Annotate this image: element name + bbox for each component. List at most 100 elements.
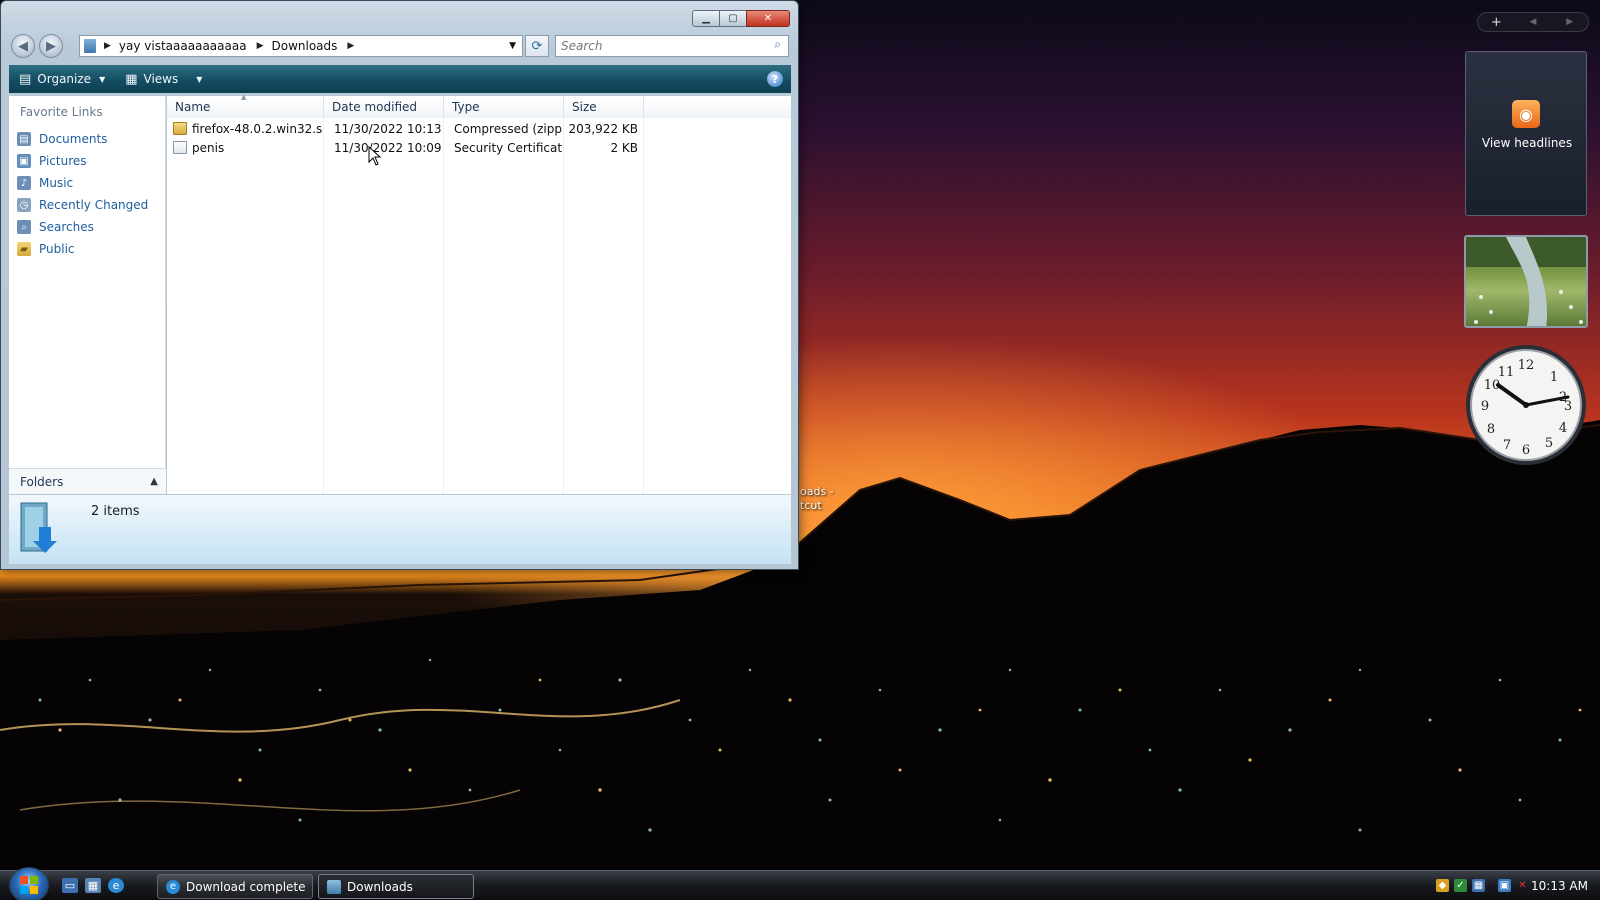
column-header-type[interactable]: Type	[444, 96, 564, 118]
organize-icon: ▤	[19, 71, 32, 87]
start-button[interactable]	[9, 867, 49, 900]
maximize-button[interactable]: ▢	[719, 10, 747, 27]
show-desktop-icon[interactable]: ▭	[62, 878, 78, 893]
security-shield-icon[interactable]: ◆	[1436, 879, 1449, 892]
refresh-button[interactable]: ⟳	[525, 35, 549, 57]
breadcrumb-item[interactable]: Downloads	[272, 39, 338, 53]
recently-changed-icon: ◷	[17, 198, 31, 212]
add-gadget-icon[interactable]: +	[1478, 15, 1515, 30]
svg-text:4: 4	[1559, 421, 1567, 436]
search-icon[interactable]: ⌕	[774, 37, 781, 52]
chevron-down-icon: ▼	[99, 74, 106, 84]
address-bar[interactable]: ▶ yay vistaaaaaaaaaaa ▶ Downloads ▶ ▼	[79, 35, 523, 57]
svg-text:1: 1	[1550, 370, 1558, 385]
pictures-icon: ▣	[17, 154, 31, 168]
breadcrumb-arrow-icon[interactable]: ▶	[347, 41, 354, 51]
slideshow-gadget[interactable]	[1464, 235, 1588, 328]
chevron-down-icon: ▼	[196, 74, 203, 84]
navigation-row: ◀ ▶ ▶ yay vistaaaaaaaaaaa ▶ Downloads ▶ …	[9, 33, 791, 59]
refresh-icon: ⟳	[531, 38, 543, 54]
public-folder-icon: ▰	[17, 242, 31, 256]
taskbar-button-downloads[interactable]: Downloads	[318, 874, 474, 899]
minimize-button[interactable]: ▁	[692, 10, 720, 27]
details-pane: 2 items	[9, 494, 791, 564]
file-row[interactable]: penis 11/30/2022 10:09 ... Security Cert…	[167, 139, 638, 158]
organize-button[interactable]: ▤ Organize ▼	[9, 72, 115, 87]
chevron-up-icon: ▲	[150, 476, 158, 487]
column-divider	[323, 118, 324, 494]
views-button[interactable]: ▦ Views ▼	[115, 72, 212, 87]
favorite-links-list: ▤ Documents ▣ Pictures ♪ Music ◷ Recently Ch…	[17, 128, 148, 260]
svg-text:5: 5	[1545, 436, 1553, 451]
explorer-window[interactable]: ▁ ▢ ✕ ◀ ▶ ▶ yay vistaaaaaaaaaaa ▶ Downlo…	[0, 0, 799, 570]
desktop-shortcut-label[interactable]: oads - tcut	[800, 485, 834, 513]
nav-item-music[interactable]: ♪ Music	[17, 172, 148, 194]
column-divider	[643, 118, 644, 494]
searches-icon: ⌕	[17, 220, 31, 234]
svg-text:12: 12	[1518, 358, 1535, 373]
nav-item-documents[interactable]: ▤ Documents	[17, 128, 148, 150]
rss-icon: ◉	[1512, 100, 1540, 128]
address-dropdown-icon[interactable]: ▼	[509, 41, 516, 51]
clock-gadget[interactable]: 1212 345 678 91011	[1464, 343, 1588, 467]
column-header-name[interactable]: Name ▲	[167, 93, 324, 118]
documents-icon: ▤	[17, 132, 31, 146]
nav-item-searches[interactable]: ⌕ Searches	[17, 216, 148, 238]
svg-text:6: 6	[1522, 443, 1530, 458]
tray-app-icon[interactable]: ✓	[1454, 879, 1467, 892]
folder-icon	[84, 39, 96, 53]
svg-text:9: 9	[1481, 399, 1489, 414]
command-bar: ▤ Organize ▼ ▦ Views ▼ ?	[9, 65, 791, 93]
ie-icon[interactable]: e	[108, 878, 124, 893]
previous-icon[interactable]: ◀	[1515, 17, 1552, 27]
column-divider	[443, 118, 444, 494]
city-lights	[0, 658, 1582, 832]
folder-icon	[327, 879, 341, 894]
nav-item-pictures[interactable]: ▣ Pictures	[17, 150, 148, 172]
breadcrumb-item[interactable]: yay vistaaaaaaaaaaa	[119, 39, 247, 53]
breadcrumb-arrow-icon[interactable]: ▶	[257, 41, 264, 51]
svg-text:3: 3	[1564, 399, 1572, 414]
sort-arrow-icon: ▲	[241, 93, 247, 101]
ie-icon: e	[166, 879, 180, 894]
help-icon[interactable]: ?	[767, 71, 783, 87]
svg-text:11: 11	[1498, 365, 1515, 380]
downloads-folder-icon	[20, 502, 57, 553]
column-header-date[interactable]: Date modified	[324, 96, 444, 118]
forward-arrow-icon: ▶	[46, 38, 56, 54]
column-divider	[563, 118, 564, 494]
window-controls: ▁ ▢ ✕	[692, 10, 790, 27]
forward-button[interactable]: ▶	[39, 34, 63, 58]
tray-network-icon[interactable]: ▦	[1472, 879, 1485, 892]
switch-windows-icon[interactable]: ▦	[85, 878, 101, 893]
file-list: Name ▲ Date modified Type Size firefox-48…	[167, 93, 791, 494]
breadcrumb-arrow-icon[interactable]: ▶	[104, 41, 111, 51]
feed-headlines-gadget[interactable]: ◉ View headlines	[1465, 51, 1587, 216]
zip-folder-icon	[173, 122, 187, 135]
search-input[interactable]	[555, 35, 789, 57]
column-header-size[interactable]: Size	[564, 96, 644, 118]
taskbar-clock[interactable]: 10:13 AM	[1531, 879, 1588, 893]
svg-text:8: 8	[1487, 422, 1495, 437]
nav-item-recently-changed[interactable]: ◷ Recently Changed	[17, 194, 148, 216]
title-bar[interactable]: ▁ ▢ ✕	[1, 1, 798, 33]
minimize-icon: ▁	[702, 13, 710, 24]
close-button[interactable]: ✕	[746, 10, 790, 27]
nav-item-public[interactable]: ▰ Public	[17, 238, 148, 260]
back-button[interactable]: ◀	[11, 34, 35, 58]
network-icon[interactable]: ▣	[1498, 879, 1511, 892]
navigation-pane: Favorite Links ▤ Documents ▣ Pictures ♪ Mus…	[9, 96, 166, 494]
file-row[interactable]: firefox-48.0.2.win32.sdk 11/30/2022 10:1…	[167, 120, 638, 139]
column-header-empty	[644, 96, 791, 118]
music-icon: ♪	[17, 176, 31, 190]
maximize-icon: ▢	[728, 13, 738, 24]
folders-toggle[interactable]: Folders ▲	[9, 468, 166, 494]
next-icon[interactable]: ▶	[1551, 17, 1588, 27]
views-icon: ▦	[125, 71, 138, 87]
favorite-links-heading: Favorite Links	[20, 105, 103, 119]
taskbar-button-download-complete[interactable]: e Download complete	[157, 874, 313, 899]
taskbar: ▭ ▦ e e Download complete Downloads ◆ ✓ …	[0, 867, 1600, 900]
close-icon: ✕	[763, 13, 773, 24]
volume-muted-icon[interactable]: ✕	[1516, 879, 1529, 892]
view-headlines-link[interactable]: View headlines	[1466, 136, 1588, 150]
